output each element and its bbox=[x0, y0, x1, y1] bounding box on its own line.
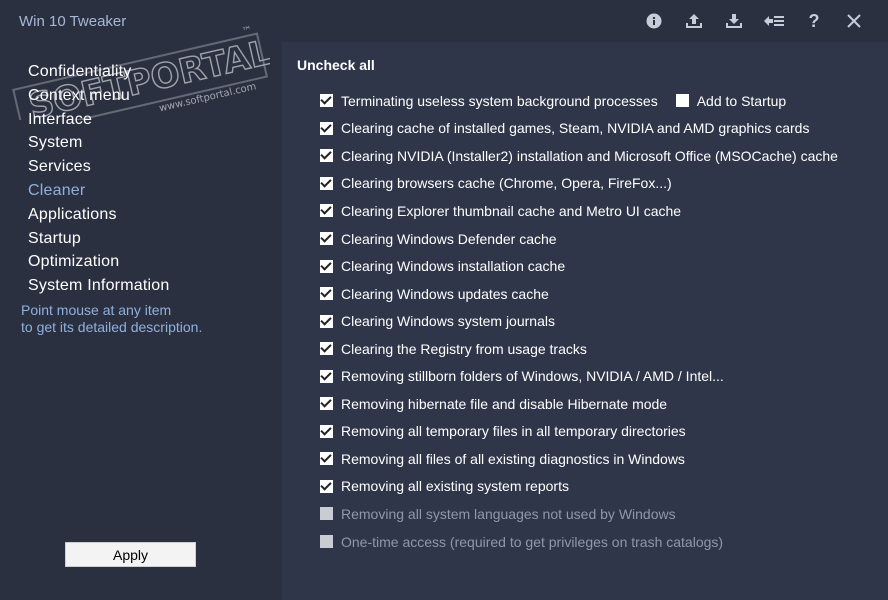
option-label: Removing stillborn folders of Windows, N… bbox=[341, 368, 724, 385]
checkbox-disabled bbox=[320, 535, 333, 549]
option-label: Removing hibernate file and disable Hibe… bbox=[341, 395, 668, 412]
option-label: Clearing the Registry from usage tracks bbox=[341, 340, 587, 357]
option-row[interactable]: Clearing Windows Defender cache bbox=[320, 225, 838, 253]
sidebar-item-cleaner[interactable]: Cleaner bbox=[28, 179, 169, 203]
option-row[interactable]: Clearing NVIDIA (Installer2) installatio… bbox=[320, 142, 838, 170]
apply-button[interactable]: Apply bbox=[65, 542, 196, 567]
sidebar-nav: Confidentiality Context menu Interface S… bbox=[28, 60, 169, 298]
add-to-startup-checkbox[interactable] bbox=[675, 94, 689, 108]
hint-line-2: to get its detailed description. bbox=[21, 319, 203, 335]
option-row[interactable]: Clearing browsers cache (Chrome, Opera, … bbox=[320, 170, 838, 198]
uncheck-all-link[interactable]: Uncheck all bbox=[297, 57, 375, 73]
checkbox[interactable] bbox=[320, 397, 333, 411]
checkbox[interactable] bbox=[320, 452, 333, 466]
option-row[interactable]: Removing all files of all existing diagn… bbox=[320, 445, 838, 473]
option-row[interactable]: Removing hibernate file and disable Hibe… bbox=[320, 390, 838, 418]
import-icon[interactable] bbox=[714, 10, 754, 32]
option-row[interactable]: Clearing Windows system journals bbox=[320, 307, 838, 335]
checkbox[interactable] bbox=[320, 204, 333, 218]
checkbox[interactable] bbox=[320, 176, 333, 190]
option-row-disabled: Removing all system languages not used b… bbox=[320, 500, 838, 528]
hint-line-1: Point mouse at any item bbox=[21, 302, 172, 318]
checkbox[interactable] bbox=[320, 424, 333, 438]
checkbox[interactable] bbox=[320, 94, 333, 108]
menu-back-icon[interactable] bbox=[754, 10, 794, 32]
option-row[interactable]: Removing all temporary files in all temp… bbox=[320, 418, 838, 446]
option-row[interactable]: Removing stillborn folders of Windows, N… bbox=[320, 362, 838, 390]
option-row[interactable]: Clearing the Registry from usage tracks bbox=[320, 335, 838, 363]
add-to-startup-label: Add to Startup bbox=[696, 92, 787, 109]
option-label: Clearing Windows installation cache bbox=[341, 258, 566, 275]
option-label: Clearing browsers cache (Chrome, Opera, … bbox=[341, 175, 672, 192]
option-label: Removing all files of all existing diagn… bbox=[341, 450, 685, 467]
sidebar-item-system[interactable]: System bbox=[28, 131, 169, 155]
sidebar-item-context-menu[interactable]: Context menu bbox=[28, 84, 169, 108]
cleaner-panel: Uncheck all Terminating useless system b… bbox=[282, 42, 888, 600]
option-label: Clearing Windows system journals bbox=[341, 313, 555, 330]
add-to-startup-option[interactable]: Add to Startup bbox=[675, 92, 787, 109]
checkbox[interactable] bbox=[320, 342, 333, 356]
app-title: Win 10 Tweaker bbox=[19, 13, 127, 30]
checkbox[interactable] bbox=[320, 121, 333, 135]
option-label: One-time access (required to get privile… bbox=[341, 533, 724, 550]
checkbox-disabled bbox=[320, 507, 333, 521]
sidebar-item-system-information[interactable]: System Information bbox=[28, 274, 169, 298]
option-row[interactable]: Clearing Windows installation cache bbox=[320, 252, 838, 280]
option-row[interactable]: Removing all existing system reports bbox=[320, 473, 838, 501]
option-label: Removing all temporary files in all temp… bbox=[341, 423, 686, 440]
option-label: Clearing Explorer thumbnail cache and Me… bbox=[341, 202, 682, 219]
sidebar: Confidentiality Context menu Interface S… bbox=[0, 42, 282, 600]
sidebar-item-optimization[interactable]: Optimization bbox=[28, 250, 169, 274]
sidebar-item-services[interactable]: Services bbox=[28, 155, 169, 179]
export-icon[interactable] bbox=[674, 10, 714, 32]
checkbox[interactable] bbox=[320, 232, 333, 245]
checkbox[interactable] bbox=[320, 314, 333, 328]
checkbox[interactable] bbox=[320, 369, 333, 383]
sidebar-item-startup[interactable]: Startup bbox=[28, 227, 169, 251]
checkbox[interactable] bbox=[320, 259, 333, 273]
option-label: Clearing cache of installed games, Steam… bbox=[341, 120, 810, 137]
option-label: Clearing Windows updates cache bbox=[341, 285, 549, 302]
sidebar-item-confidentiality[interactable]: Confidentiality bbox=[28, 60, 169, 84]
close-icon[interactable] bbox=[834, 10, 874, 32]
option-label: Removing all system languages not used b… bbox=[341, 505, 676, 522]
titlebar-toolbar: ? bbox=[634, 10, 874, 32]
option-label: Clearing NVIDIA (Installer2) installatio… bbox=[341, 147, 838, 164]
title-bar: Win 10 Tweaker ? bbox=[0, 0, 888, 42]
option-row[interactable]: Clearing Windows updates cache bbox=[320, 280, 838, 308]
info-icon[interactable] bbox=[634, 10, 674, 32]
checkbox[interactable] bbox=[320, 479, 333, 493]
checkbox[interactable] bbox=[320, 149, 333, 163]
option-row[interactable]: Clearing cache of installed games, Steam… bbox=[320, 115, 838, 143]
checkbox[interactable] bbox=[320, 287, 333, 301]
option-row-disabled: One-time access (required to get privile… bbox=[320, 528, 838, 556]
description-hint: Point mouse at any item to get its detai… bbox=[21, 302, 261, 336]
sidebar-item-applications[interactable]: Applications bbox=[28, 203, 169, 227]
option-label: Clearing Windows Defender cache bbox=[341, 230, 557, 247]
option-row[interactable]: Terminating useless system background pr… bbox=[320, 87, 838, 115]
help-icon[interactable]: ? bbox=[794, 10, 834, 32]
sidebar-item-interface[interactable]: Interface bbox=[28, 108, 169, 132]
option-row[interactable]: Clearing Explorer thumbnail cache and Me… bbox=[320, 197, 838, 225]
option-label: Removing all existing system reports bbox=[341, 478, 569, 495]
option-label: Terminating useless system background pr… bbox=[341, 92, 658, 109]
cleaner-options-list: Terminating useless system background pr… bbox=[320, 87, 838, 555]
